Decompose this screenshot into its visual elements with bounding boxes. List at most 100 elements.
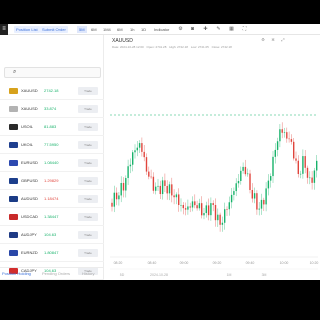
candle-body <box>274 149 276 157</box>
symbol-name: XAUUSD <box>21 88 38 93</box>
symbol-row[interactable]: AUDUSD 1.18474 Trade <box>0 191 104 208</box>
trade-button[interactable]: Trade <box>78 105 98 113</box>
candle-body <box>276 141 279 150</box>
flag-icon <box>9 106 18 112</box>
flag-icon <box>9 124 18 130</box>
chart-panel[interactable]: XAUUSD Date: 2024-10-28 12:00 Open: 2741… <box>104 35 320 280</box>
bottom-tabs: Position Holding Pending Orders History <box>0 267 104 280</box>
x-tick-label: 10:20 <box>310 261 319 265</box>
candle-body <box>173 195 175 198</box>
symbol-row[interactable]: XAUUSD 2742.18 Trade <box>0 83 104 100</box>
trade-button[interactable]: Trade <box>78 213 98 221</box>
candle-body <box>152 176 155 191</box>
candle-body <box>290 139 293 142</box>
interval-6m-b[interactable]: 6M <box>115 26 125 33</box>
draw-icon[interactable]: ✎ <box>215 26 222 33</box>
candle-body <box>272 156 274 177</box>
symbol-row[interactable]: EURNZD 1.80847 Trade <box>0 245 104 262</box>
candle-body <box>306 167 309 178</box>
symbol-row[interactable]: GBPUSD 1.29829 Trade <box>0 173 104 190</box>
symbol-row[interactable]: EURUSD 1.08440 Trade <box>0 155 104 172</box>
candle-body <box>157 185 159 187</box>
symbol-row[interactable]: UKOIL 77.5950 Trade <box>0 137 104 154</box>
settings-icon[interactable]: ⚙ <box>177 26 184 33</box>
position-list-button[interactable]: Position List <box>14 26 40 33</box>
submit-order-button[interactable]: Submit Order <box>40 26 68 33</box>
symbol-price: 1.38447 <box>44 214 59 219</box>
interval-5m[interactable]: 5M <box>77 26 87 33</box>
candle-body <box>191 201 194 208</box>
interval-6m-a[interactable]: 6M <box>89 26 99 33</box>
candle-body <box>171 184 173 196</box>
symbol-price: 2742.18 <box>44 88 59 93</box>
trade-button[interactable]: Trade <box>78 249 98 257</box>
x-tick-label: 08:20 <box>114 261 123 265</box>
symbol-price: 1.80847 <box>44 250 59 255</box>
candle-body <box>256 193 258 210</box>
trade-button[interactable]: Trade <box>78 123 98 131</box>
menu-icon[interactable]: ≡ <box>0 24 8 35</box>
symbol-row[interactable]: USDCAD 1.38447 Trade <box>0 209 104 226</box>
candle-body <box>155 186 157 191</box>
layout-icon[interactable]: ▦ <box>228 26 235 33</box>
symbol-name: AUDJPY <box>21 232 37 237</box>
trade-button[interactable]: Trade <box>78 231 98 239</box>
candle-body <box>233 191 235 195</box>
candle-body <box>244 166 247 175</box>
candle-body <box>260 199 263 209</box>
candlestick-chart[interactable]: 08:20 08:40 09:00 09:20 09:40 10:00 10:20 5D 202… <box>104 35 320 280</box>
trade-button[interactable]: Trade <box>78 195 98 203</box>
symbol-name: GBPUSD <box>21 178 38 183</box>
candle-body <box>293 141 295 159</box>
candle-body <box>180 204 182 206</box>
cursor-icon[interactable]: ✚ <box>202 26 209 33</box>
search-input[interactable] <box>21 69 99 77</box>
x-tick-label: 09:20 <box>213 261 222 265</box>
candle-body <box>281 129 283 133</box>
candle-body <box>226 209 228 210</box>
interval-1m4[interactable]: 1M4 <box>101 26 113 33</box>
candle-body <box>279 129 281 142</box>
interval-1d[interactable]: 1D <box>139 26 148 33</box>
candle-body <box>203 213 205 216</box>
trade-button[interactable]: Trade <box>78 141 98 149</box>
camera-icon[interactable]: ◙ <box>189 26 196 33</box>
fullscreen-icon[interactable]: ⛶ <box>241 26 248 33</box>
symbol-name: UKOIL <box>21 142 34 147</box>
candle-body <box>297 160 299 175</box>
symbol-price: 33.874 <box>44 106 57 111</box>
symbol-row[interactable]: AUDJPY 104.63 Trade <box>0 227 104 244</box>
symbol-name: USOIL <box>21 124 34 129</box>
flag-icon <box>9 88 18 94</box>
candle-body <box>194 201 196 206</box>
flag-icon <box>9 178 18 184</box>
candle-body <box>210 203 212 216</box>
tab-pending-orders[interactable]: Pending Orders <box>42 271 70 276</box>
tab-history[interactable]: History <box>82 271 94 276</box>
search-box[interactable]: ⌕ <box>4 67 101 78</box>
trade-button[interactable]: Trade <box>78 159 98 167</box>
candle-body <box>184 208 187 210</box>
candle-body <box>161 180 164 195</box>
trade-button[interactable]: Trade <box>78 177 98 185</box>
tab-position-holding[interactable]: Position Holding <box>2 271 31 276</box>
x-tick-label: 10:00 <box>280 261 289 265</box>
trade-button[interactable]: Trade <box>78 87 98 95</box>
candle-body <box>249 173 251 191</box>
app-window: ≡ Position List Submit Order 5M 6M 1M4 6… <box>0 24 320 280</box>
candle-body <box>313 170 316 183</box>
candle-body <box>189 206 191 208</box>
indicator-button[interactable]: Indicator <box>152 26 171 33</box>
candle-body <box>263 199 265 205</box>
candle-body <box>219 214 221 225</box>
candle-body <box>288 138 290 140</box>
interval-1h[interactable]: 1h <box>128 26 136 33</box>
candle-body <box>316 160 318 171</box>
symbol-row[interactable]: USOIL 81.883 Trade <box>0 119 104 136</box>
symbol-row[interactable]: XAUUSD 33.874 Trade <box>0 101 104 118</box>
symbol-price: 1.08440 <box>44 160 59 165</box>
flag-icon <box>9 142 18 148</box>
flag-icon <box>9 250 18 256</box>
candle-body <box>247 173 249 175</box>
x-tick-label: 09:00 <box>180 261 189 265</box>
